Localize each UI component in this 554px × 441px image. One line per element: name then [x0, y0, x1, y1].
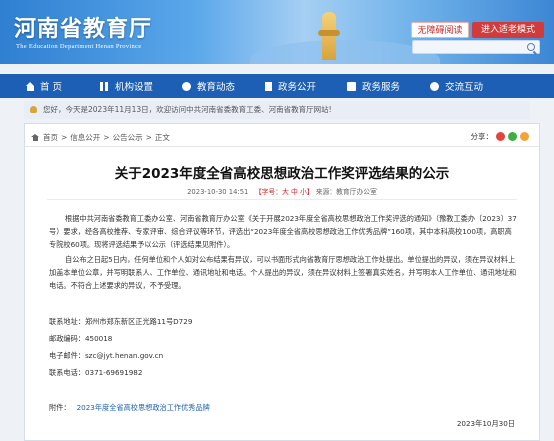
article-body: 根据中共河南省委教育工委办公室、河南省教育厅办公室《关于开展2023年度全省高校… [49, 212, 519, 293]
nav-label: 政务公开 [278, 82, 317, 93]
org-icon [100, 81, 109, 91]
divider [25, 146, 539, 147]
breadcrumb-separator: > [61, 133, 68, 142]
breadcrumb-separator: > [145, 133, 152, 142]
font-size-options[interactable]: 大 中 小 [282, 188, 307, 196]
accessible-reading-button[interactable]: 无障碍阅读 [411, 22, 469, 38]
font-size-close: 】 [306, 188, 314, 196]
font-size-label: 【字号： [254, 188, 283, 196]
sign-date: 2023年10月30日 [456, 419, 515, 428]
nav-item-home[interactable]: 首 页 [0, 74, 88, 98]
main-nav: 首 页 机构设置 教育动态 政务公开 政务服务 交流互动 [0, 74, 554, 98]
nav-item-news[interactable]: 教育动态 [170, 74, 253, 98]
elder-mode-button[interactable]: 进入适老模式 [472, 22, 544, 38]
nav-label: 教育动态 [197, 82, 236, 93]
article-panel: 首页 > 信息公开 > 公告公示 > 正文 分享： 关于2023年度全省高校思想… [24, 123, 540, 441]
article-title: 关于2023年度全省高校思想政治工作奖评选结果的公示 [114, 166, 450, 182]
search-input[interactable] [412, 40, 540, 54]
nav-label: 政务服务 [362, 82, 401, 93]
news-icon [182, 81, 191, 91]
site-logo-english: The Education Department Henan Province [16, 43, 142, 50]
nav-item-interact[interactable]: 交流互动 [418, 74, 518, 98]
contact-address: 联系地址：郑州市郑东新区正光路11号D729 [49, 317, 193, 326]
breadcrumb-home[interactable]: 首页 [43, 132, 58, 143]
nav-item-org[interactable]: 机构设置 [88, 74, 170, 98]
service-icon [347, 81, 356, 91]
nav-label: 首 页 [40, 82, 63, 93]
breadcrumb: 首页 > 信息公开 > 公告公示 > 正文 [31, 132, 170, 143]
doc-icon [265, 81, 272, 91]
article-source: 来源：教育厅办公室 [315, 188, 377, 196]
attachment: 附件： 2023年度全省高校思想政治工作优秀品牌 [49, 403, 210, 413]
attachment-label: 附件： [49, 403, 71, 412]
nav-label: 机构设置 [115, 82, 154, 93]
home-icon [31, 133, 39, 142]
search-icon[interactable] [527, 43, 535, 51]
breadcrumb-notice[interactable]: 公告公示 [113, 132, 143, 143]
nav-item-service[interactable]: 政务服务 [335, 74, 418, 98]
breadcrumb-separator: > [103, 133, 110, 142]
paragraph: 根据中共河南省委教育工委办公室、河南省教育厅办公室《关于开展2023年度全省高校… [49, 214, 517, 250]
qzone-icon[interactable] [520, 132, 529, 141]
article-date: 2023-10-30 14:51 [187, 188, 249, 196]
attachment-link[interactable]: 2023年度全省高校思想政治工作优秀品牌 [77, 403, 210, 412]
nav-item-public[interactable]: 政务公开 [253, 74, 335, 98]
site-logo[interactable]: 河南省教育厅 [14, 11, 152, 43]
meta-divider [47, 199, 517, 200]
nav-label: 交流互动 [445, 82, 484, 93]
header-banner: 河南省教育厅 The Education Department Henan Pr… [0, 0, 554, 64]
contact-phone: 联系电话：0371-69691982 [49, 368, 143, 377]
weibo-icon[interactable] [496, 132, 505, 141]
wechat-icon[interactable] [508, 132, 517, 141]
breadcrumb-current: 正文 [154, 133, 170, 142]
paragraph: 自公布之日起5日内，任何单位和个人如对公布结果有异议，可以书面形式向省教育厅思想… [49, 254, 517, 291]
contact-zip: 邮政编码：450018 [49, 334, 113, 343]
breadcrumb-info[interactable]: 信息公开 [70, 132, 100, 143]
welcome-notice: 您好，今天是2023年11月13日，欢迎访问中共河南省委教育工委、河南省教育厅网… [24, 101, 530, 119]
banner-tower-image [322, 12, 336, 60]
share-label: 分享： [470, 132, 494, 141]
contact-email: 电子邮件：szc@jyt.henan.gov.cn [49, 351, 164, 360]
home-icon [26, 82, 34, 91]
article-meta: 2023-10-30 14:51 【字号：大 中 小】 来源：教育厅办公室 [25, 186, 539, 196]
banner-tower-ring [318, 30, 340, 36]
chat-icon [430, 81, 439, 91]
bell-icon [30, 106, 37, 113]
share-bar: 分享： [470, 131, 529, 142]
notice-text: 您好，今天是2023年11月13日，欢迎访问中共河南省委教育工委、河南省教育厅网… [43, 105, 332, 114]
